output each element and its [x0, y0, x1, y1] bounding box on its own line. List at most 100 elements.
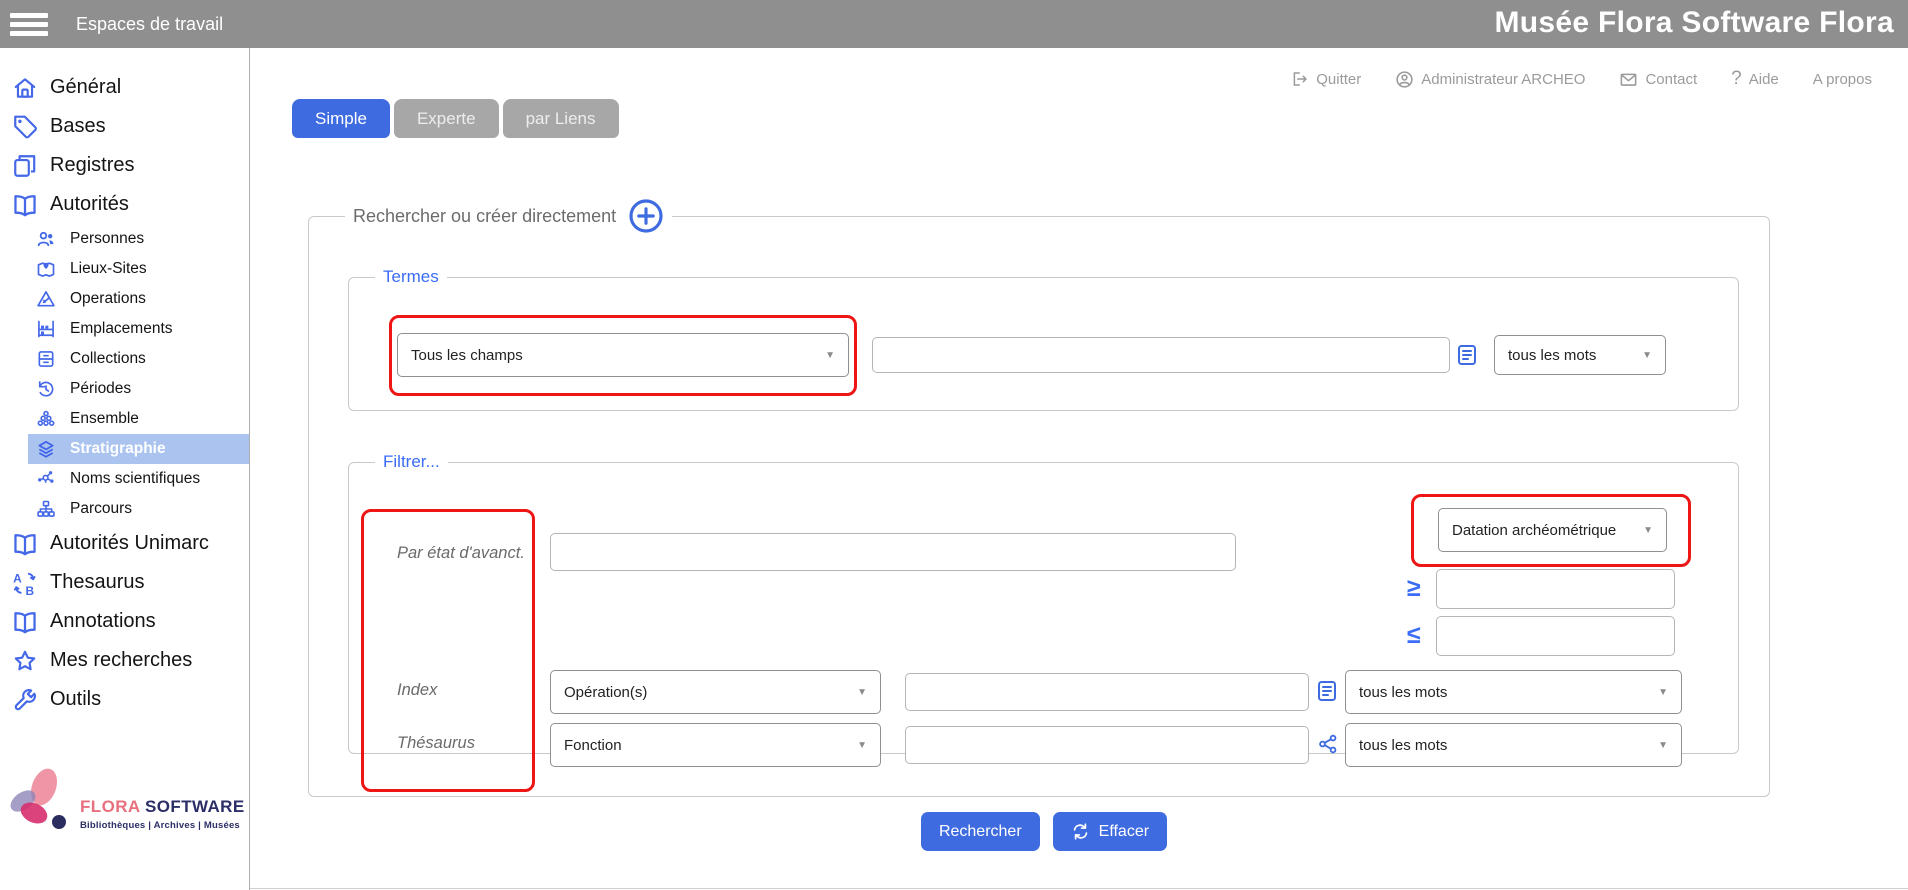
- sidebar-item-label: Registres: [50, 154, 134, 177]
- copies-icon: [12, 153, 38, 179]
- filtrer-legend: Filtrer...: [375, 452, 448, 472]
- datation-min-input[interactable]: [1436, 569, 1675, 609]
- datation-max-input[interactable]: [1436, 616, 1675, 656]
- greater-equal-symbol: ≥: [1407, 574, 1421, 603]
- open-book-icon: [12, 609, 38, 635]
- sidebar-item-label: Noms scientifiques: [70, 470, 200, 488]
- sitemap-icon: [36, 499, 56, 519]
- envelope-icon: [1619, 70, 1638, 89]
- sidebar-item-label: Autorités: [50, 193, 129, 216]
- tab-simple[interactable]: Simple: [292, 99, 390, 138]
- sidebar-item-outils[interactable]: Outils: [0, 680, 249, 719]
- clear-button-label: Effacer: [1099, 823, 1149, 841]
- sidebar-item-label: Stratigraphie: [70, 440, 166, 458]
- chevron-down-icon: ▼: [825, 350, 835, 361]
- sidebar-item-ensemble[interactable]: Ensemble: [0, 404, 249, 434]
- wrench-icon: [12, 687, 38, 713]
- thesaurus-select[interactable]: Fonction ▼: [550, 723, 881, 767]
- shelf-icon: [36, 319, 56, 339]
- user-icon: [1395, 70, 1414, 89]
- help-link[interactable]: ? Aide: [1731, 68, 1779, 90]
- flora-software-logo: FLORA SOFTWARE Bibliothèques | Archives …: [4, 763, 248, 839]
- index-list-icon[interactable]: [1315, 679, 1339, 703]
- chevron-down-icon: ▼: [1658, 740, 1668, 751]
- field-select[interactable]: Tous les champs ▼: [397, 333, 849, 377]
- help-label: Aide: [1749, 71, 1779, 88]
- sidebar-item-general[interactable]: Général: [0, 68, 249, 107]
- sidebar-item-stratigraphie[interactable]: Stratigraphie: [28, 434, 249, 464]
- sidebar-item-operations[interactable]: Operations: [0, 284, 249, 314]
- clear-button[interactable]: Effacer: [1053, 812, 1167, 851]
- contact-label: Contact: [1645, 71, 1697, 88]
- sidebar-item-autorites-unimarc[interactable]: Autorités Unimarc: [0, 524, 249, 563]
- hamburger-menu-icon[interactable]: [10, 9, 48, 40]
- roadwork-triangle-icon: [36, 289, 56, 309]
- people-icon: [36, 229, 56, 249]
- user-menu[interactable]: Administrateur ARCHEO: [1395, 70, 1585, 89]
- sidebar-item-personnes[interactable]: Personnes: [0, 224, 249, 254]
- index-select-value: Opération(s): [564, 684, 647, 701]
- index-input[interactable]: [905, 673, 1309, 711]
- chevron-down-icon: ▼: [857, 687, 867, 698]
- sidebar-item-label: Collections: [70, 350, 146, 368]
- sidebar-item-mes-recherches[interactable]: Mes recherches: [0, 641, 249, 680]
- datation-select-value: Datation archéométrique: [1452, 522, 1616, 539]
- sidebar-item-autorites[interactable]: Autorités: [0, 185, 249, 224]
- chevron-down-icon: ▼: [1642, 350, 1652, 361]
- sort-alpha-icon: AB: [12, 570, 38, 596]
- sidebar-item-parcours[interactable]: Parcours: [0, 494, 249, 524]
- workspace-label[interactable]: Espaces de travail: [76, 14, 223, 35]
- datation-select[interactable]: Datation archéométrique ▼: [1438, 508, 1667, 552]
- sidebar-item-annotations[interactable]: Annotations: [0, 602, 249, 641]
- sidebar-item-label: Annotations: [50, 610, 156, 633]
- tab-experte[interactable]: Experte: [394, 99, 499, 138]
- tab-par-liens[interactable]: par Liens: [503, 99, 619, 138]
- sidebar-item-label: Emplacements: [70, 320, 173, 338]
- etat-avancement-input[interactable]: [550, 533, 1236, 571]
- logout-icon: [1291, 70, 1309, 88]
- svg-text:A: A: [13, 571, 22, 585]
- butterfly-logo-icon: [4, 763, 76, 839]
- user-label: Administrateur ARCHEO: [1421, 71, 1585, 88]
- search-button-label: Rechercher: [939, 823, 1022, 841]
- quit-link[interactable]: Quitter: [1291, 70, 1361, 88]
- term-input[interactable]: [872, 337, 1450, 373]
- tag-icon: [12, 114, 38, 140]
- add-circle-icon[interactable]: [628, 198, 664, 234]
- quit-label: Quitter: [1316, 71, 1361, 88]
- layers-icon: [36, 439, 56, 459]
- share-network-icon[interactable]: [1317, 733, 1339, 755]
- about-link[interactable]: A propos: [1813, 71, 1872, 88]
- index-list-icon[interactable]: [1455, 343, 1479, 367]
- term-mode-select[interactable]: tous les mots ▼: [1494, 335, 1666, 375]
- sidebar-item-noms-scientifiques[interactable]: Noms scientifiques: [0, 464, 249, 494]
- sidebar-item-label: Bases: [50, 115, 106, 138]
- refresh-icon: [1071, 822, 1090, 841]
- sidebar-item-collections[interactable]: Collections: [0, 344, 249, 374]
- index-label: Index: [397, 681, 437, 700]
- sidebar-item-registres[interactable]: Registres: [0, 146, 249, 185]
- thesaurus-mode-select[interactable]: tous les mots ▼: [1345, 723, 1682, 767]
- home-icon: [12, 75, 38, 101]
- logo-brand-primary: FLORA: [80, 797, 140, 816]
- sidebar-item-label: Personnes: [70, 230, 144, 248]
- chevron-down-icon: ▼: [1643, 525, 1653, 536]
- topbar: Espaces de travail Musée Flora Software …: [0, 0, 1908, 48]
- chevron-down-icon: ▼: [857, 740, 867, 751]
- index-mode-select[interactable]: tous les mots ▼: [1345, 670, 1682, 714]
- termes-fieldset: Termes Tous les champs ▼ tous les mots ▼: [348, 267, 1739, 411]
- sidebar-item-bases[interactable]: Bases: [0, 107, 249, 146]
- cluster-icon: [36, 409, 56, 429]
- sidebar-item-thesaurus[interactable]: AB Thesaurus: [0, 563, 249, 602]
- thesaurus-input[interactable]: [905, 726, 1309, 764]
- sidebar-item-label: Parcours: [70, 500, 132, 518]
- form-actions: Rechercher Effacer: [215, 812, 1873, 851]
- history-clock-icon: [36, 379, 56, 399]
- thesaurus-select-value: Fonction: [564, 737, 622, 754]
- search-button[interactable]: Rechercher: [921, 812, 1040, 851]
- sidebar-item-periodes[interactable]: Périodes: [0, 374, 249, 404]
- contact-link[interactable]: Contact: [1619, 70, 1697, 89]
- index-select[interactable]: Opération(s) ▼: [550, 670, 881, 714]
- sidebar-item-emplacements[interactable]: Emplacements: [0, 314, 249, 344]
- sidebar-item-lieux-sites[interactable]: Lieux-Sites: [0, 254, 249, 284]
